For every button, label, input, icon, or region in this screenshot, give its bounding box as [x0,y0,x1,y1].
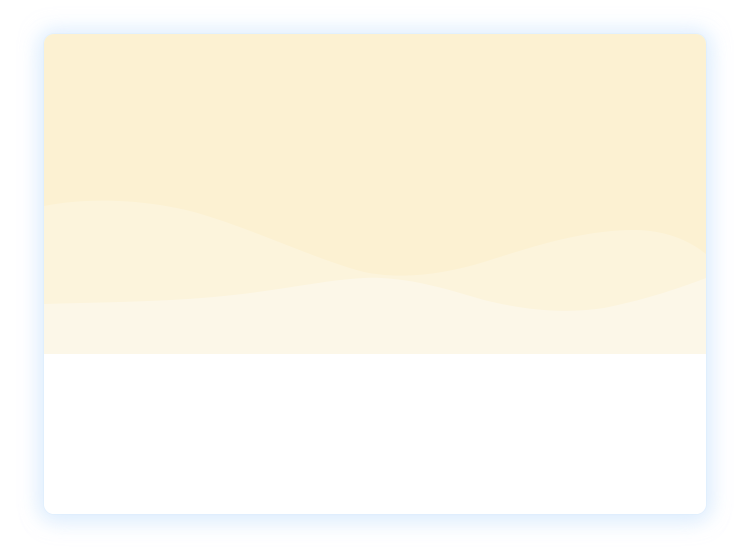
card-body [44,354,706,514]
hero-illustration [44,34,706,354]
page-background [0,0,750,559]
content-card [44,34,706,514]
